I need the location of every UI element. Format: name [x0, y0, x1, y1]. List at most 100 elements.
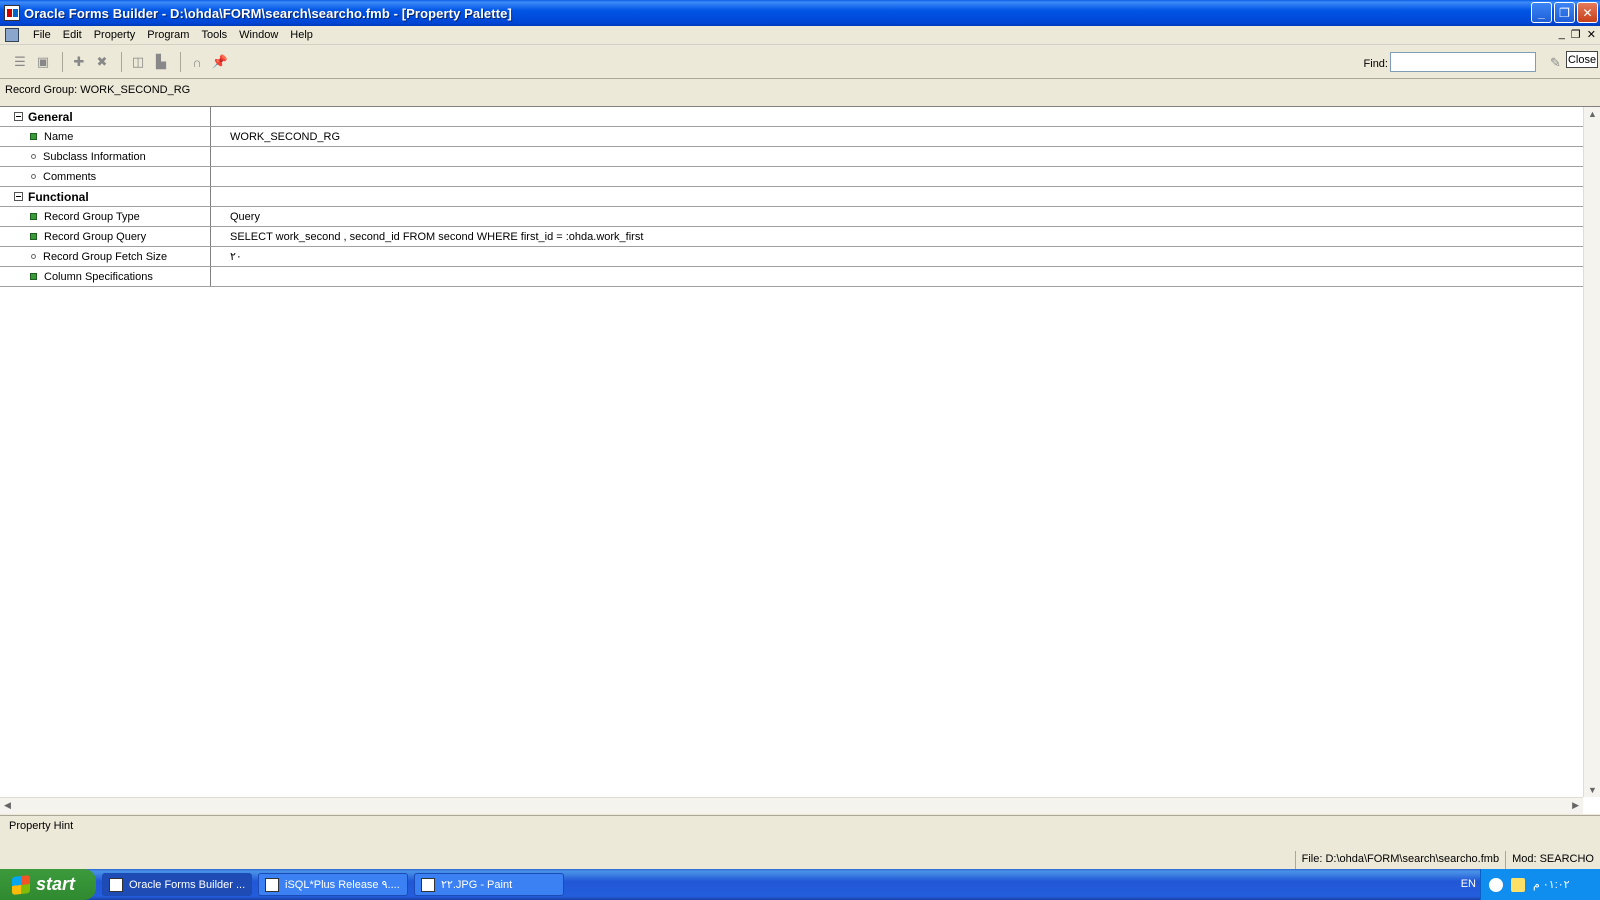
property-label: Subclass Information [43, 150, 146, 163]
window-title: Oracle Forms Builder - D:\ohda\FORM\sear… [24, 5, 512, 21]
mdi-restore-button[interactable]: ❐ [1571, 28, 1581, 41]
pin-icon[interactable]: 📌 [210, 52, 230, 72]
mdi-minimize-button[interactable]: _ [1559, 28, 1565, 41]
property-label: Record Group Query [44, 230, 147, 243]
task-label: Oracle Forms Builder ... [129, 878, 246, 891]
property-row-record-group-fetch-size[interactable]: Record Group Fetch Size ٢٠ [0, 247, 1583, 267]
property-value[interactable] [211, 267, 1583, 286]
start-label: start [36, 874, 76, 894]
section-label: General [28, 109, 73, 124]
property-value[interactable]: Query [211, 207, 1583, 226]
property-row-subclass-information[interactable]: Subclass Information [0, 147, 1583, 167]
scroll-right-icon[interactable]: ▶ [1572, 800, 1579, 811]
task-label: ٢٢.JPG - Paint [441, 879, 513, 891]
scroll-left-icon[interactable]: ◀ [4, 800, 11, 811]
find-label: Find: [1363, 58, 1388, 70]
property-value[interactable] [211, 167, 1583, 186]
copy-properties-icon[interactable]: ☰ [10, 52, 30, 72]
network-warning-icon[interactable] [1511, 877, 1525, 892]
changed-property-icon [30, 133, 37, 140]
paste-properties-icon[interactable]: ▣ [33, 52, 53, 72]
property-class-icon[interactable]: ▙ [151, 52, 171, 72]
union-icon[interactable]: ∩ [187, 52, 207, 72]
property-row-comments[interactable]: Comments [0, 167, 1583, 187]
property-row-record-group-query[interactable]: Record Group Query SELECT work_second , … [0, 227, 1583, 247]
default-property-icon [31, 154, 36, 159]
taskbar-item-isqlplus[interactable]: iSQL*Plus Release ٩.... [258, 873, 408, 896]
tray-back-icon[interactable] [1489, 877, 1503, 892]
property-hint-title: Property Hint [9, 820, 74, 832]
menu-edit[interactable]: Edit [57, 29, 88, 41]
menu-file[interactable]: File [27, 29, 57, 41]
changed-property-icon [30, 273, 37, 280]
property-label: Column Specifications [44, 270, 153, 283]
property-label: Record Group Fetch Size [43, 250, 168, 263]
scroll-down-icon[interactable]: ▼ [1588, 785, 1597, 795]
horizontal-scrollbar[interactable]: ◀ ▶ [0, 797, 1583, 814]
status-bar: File: D:\ohda\FORM\search\searcho.fmb Mo… [0, 851, 1600, 869]
taskbar-item-oracle-forms[interactable]: Oracle Forms Builder ... [102, 873, 252, 896]
default-property-icon [31, 254, 36, 259]
toolbar-separator [121, 52, 122, 72]
property-label: Name [44, 130, 74, 143]
menu-property[interactable]: Property [88, 29, 142, 41]
property-label: Record Group Type [44, 210, 140, 223]
mdi-controls: _ ❐ ✕ [1559, 28, 1596, 41]
toolbar-separator [62, 52, 63, 72]
section-functional[interactable]: Functional [0, 187, 1583, 207]
property-row-record-group-type[interactable]: Record Group Type Query [0, 207, 1583, 227]
property-value [211, 107, 1583, 126]
close-button[interactable]: Close [1566, 51, 1598, 68]
toolbar: ☰ ▣ ✚ ✖ ◫ ▙ ∩ 📌 Find: ✎ Close [0, 46, 1600, 79]
title-bar: Oracle Forms Builder - D:\ohda\FORM\sear… [0, 0, 1600, 26]
add-property-icon[interactable]: ✚ [69, 52, 89, 72]
collapse-icon[interactable] [14, 112, 23, 121]
property-value[interactable] [211, 147, 1583, 166]
section-label: Functional [28, 189, 89, 204]
menu-help[interactable]: Help [284, 29, 319, 41]
property-palette: General Name WORK_SECOND_RG Subclass Inf… [0, 106, 1600, 814]
vertical-scrollbar[interactable]: ▲ ▼ [1583, 107, 1600, 797]
document-icon[interactable] [5, 28, 19, 42]
section-general[interactable]: General [0, 107, 1583, 127]
property-label: Comments [43, 170, 97, 183]
system-tray: ٠١:٠٢ م [1480, 869, 1600, 900]
task-label: iSQL*Plus Release ٩.... [285, 879, 400, 891]
property-row-column-specifications[interactable]: Column Specifications [0, 267, 1583, 287]
menu-window[interactable]: Window [233, 29, 284, 41]
paint-icon [421, 877, 435, 892]
find-input[interactable] [1390, 52, 1536, 72]
property-value[interactable]: WORK_SECOND_RG [211, 127, 1583, 146]
oracle-forms-app-icon[interactable] [4, 5, 20, 21]
taskbar-item-paint[interactable]: ٢٢.JPG - Paint [414, 873, 564, 896]
inherit-icon[interactable]: ◫ [128, 52, 148, 72]
palette-header: Record Group: WORK_SECOND_RG [5, 84, 191, 96]
delete-property-icon[interactable]: ✖ [92, 52, 112, 72]
property-hint-panel: Property Hint [0, 815, 1600, 851]
taskbar: start Oracle Forms Builder ... iSQL*Plus… [0, 869, 1600, 900]
oracle-forms-icon [109, 877, 123, 892]
browser-icon [265, 877, 279, 892]
status-module: Mod: SEARCHO [1505, 851, 1600, 869]
property-value[interactable]: SELECT work_second , second_id FROM seco… [211, 227, 1583, 246]
menu-bar: File Edit Property Program Tools Window … [0, 26, 1600, 45]
minimize-button[interactable]: _ [1531, 2, 1552, 23]
mdi-close-button[interactable]: ✕ [1587, 28, 1596, 41]
collapse-icon[interactable] [14, 192, 23, 201]
start-button[interactable]: start [0, 869, 96, 900]
menu-tools[interactable]: Tools [195, 29, 233, 41]
clock[interactable]: ٠١:٠٢ م [1533, 878, 1570, 891]
property-value [211, 187, 1583, 206]
windows-logo-icon [12, 874, 30, 895]
property-value[interactable]: ٢٠ [211, 247, 1583, 266]
menu-program[interactable]: Program [141, 29, 195, 41]
toolbar-separator [180, 52, 181, 72]
status-file: File: D:\ohda\FORM\search\searcho.fmb [1294, 851, 1505, 869]
close-window-button[interactable]: ✕ [1577, 2, 1598, 23]
property-row-name[interactable]: Name WORK_SECOND_RG [0, 127, 1583, 147]
changed-property-icon [30, 213, 37, 220]
restore-button[interactable]: ❐ [1554, 2, 1575, 23]
scroll-up-icon[interactable]: ▲ [1588, 109, 1597, 119]
default-property-icon [31, 174, 36, 179]
language-indicator[interactable]: EN [1461, 878, 1476, 890]
